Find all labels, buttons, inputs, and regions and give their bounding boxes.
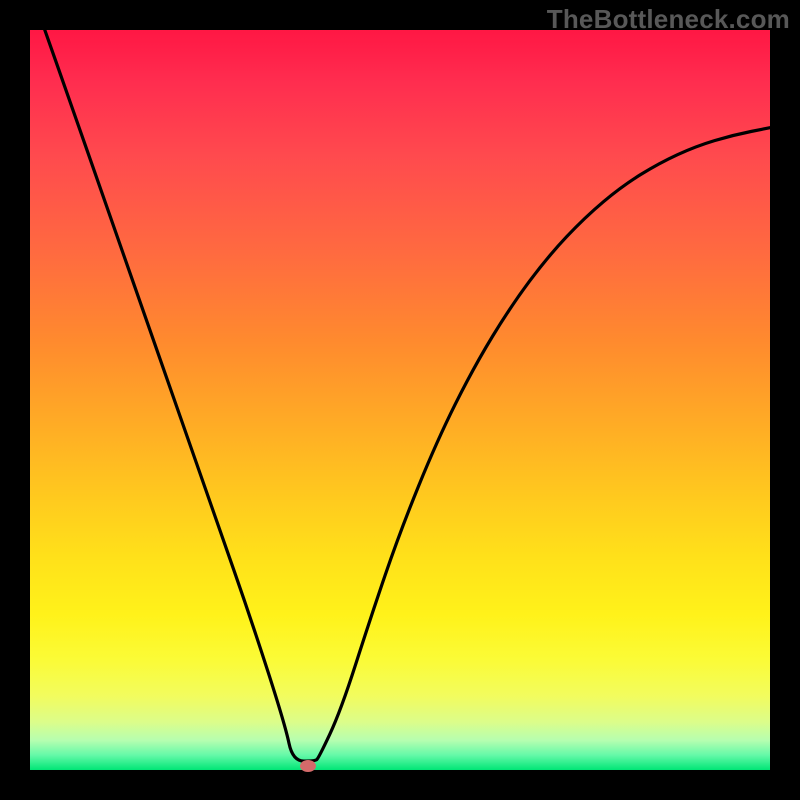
chart-stage: TheBottleneck.com <box>0 0 800 800</box>
watermark-text: TheBottleneck.com <box>547 4 790 35</box>
bottleneck-curve-svg <box>30 30 770 770</box>
bottleneck-curve-path <box>45 30 770 761</box>
optimum-marker <box>300 760 316 772</box>
